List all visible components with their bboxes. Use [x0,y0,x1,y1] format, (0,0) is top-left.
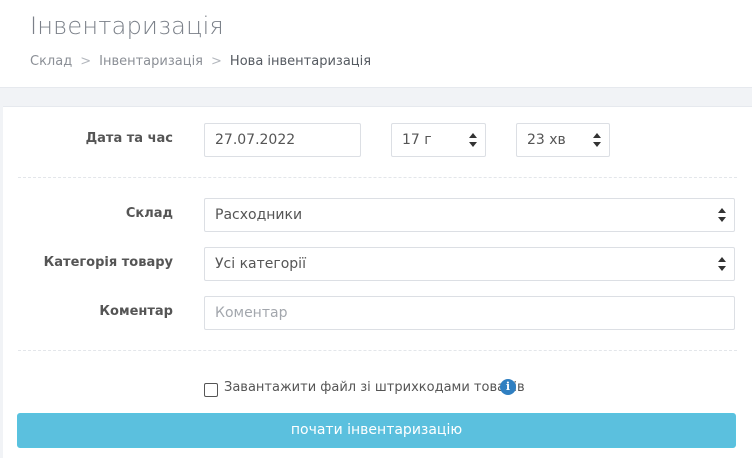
category-select-value: Усі категорії [215,256,306,272]
section-divider [18,177,737,178]
category-select[interactable]: Усі категорії [204,247,735,281]
select-arrows-icon [593,133,601,147]
breadcrumb-separator: > [80,54,92,69]
date-input[interactable]: 27.07.2022 [204,123,361,157]
warehouse-label: Склад [125,206,173,221]
datetime-label: Дата та час [85,131,173,146]
minute-select-value: 23 хв [527,132,566,148]
comment-input[interactable]: Коментар [204,296,735,330]
select-arrows-icon [718,208,726,222]
breadcrumb-item-inventory[interactable]: Інвентаризація [99,54,203,69]
warehouse-select-value: Расходники [215,207,303,223]
warehouse-select[interactable]: Расходники [204,198,735,232]
minute-select[interactable]: 23 хв [516,123,610,157]
hour-select-value: 17 г [402,132,432,148]
barcode-file-checkbox[interactable] [204,383,218,397]
breadcrumb: Склад > Інвентаризація > Нова інвентаризація [30,54,371,69]
page-header: Інвентаризація Склад > Інвентаризація > Нова… [0,0,752,88]
select-arrows-icon [469,133,477,147]
breadcrumb-item-current: Нова інвентаризація [229,54,372,69]
comment-label: Коментар [99,304,173,319]
breadcrumb-separator: > [211,54,222,69]
breadcrumb-item-warehouse[interactable]: Склад [30,54,72,69]
section-divider [18,350,737,351]
barcode-file-label[interactable]: Завантажити файл зі штрихкодами товарів [224,380,525,395]
select-arrows-icon [718,257,726,271]
hour-select[interactable]: 17 г [391,123,486,157]
start-inventory-button[interactable]: почати інвентаризацію [17,413,736,448]
category-label: Категорія товару [43,255,173,270]
inventory-form: Дата та час 27.07.2022 17 г 23 хв Склад … [3,106,752,458]
page-title: Інвентаризація [30,12,224,40]
info-icon[interactable]: i [500,379,516,395]
